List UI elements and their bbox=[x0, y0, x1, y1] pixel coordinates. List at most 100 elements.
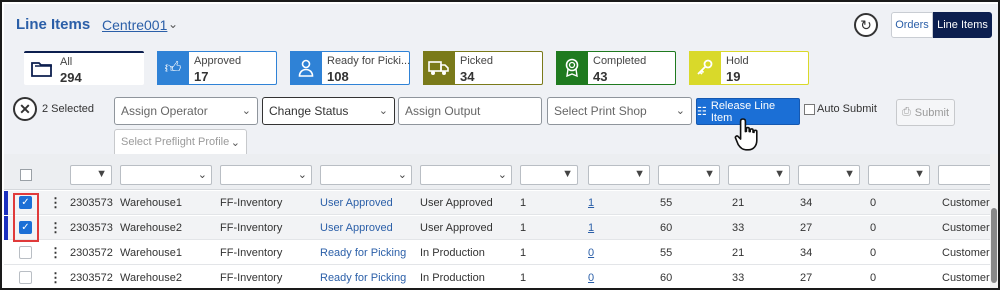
status-card-completed[interactable]: Completed 43 bbox=[556, 51, 676, 85]
filter-qty[interactable]: ▼ bbox=[520, 165, 578, 185]
cell-status: In Production bbox=[420, 247, 485, 259]
filter-c[interactable]: ▼ bbox=[798, 165, 860, 185]
cell-customer: Customer Pic bbox=[942, 222, 990, 234]
cell-b: 21 bbox=[732, 197, 745, 209]
row-selected-indicator bbox=[4, 216, 8, 240]
filter-icon[interactable]: ▼ bbox=[914, 168, 925, 180]
row-checkbox[interactable] bbox=[19, 271, 32, 284]
user-icon bbox=[290, 51, 322, 85]
selection-highlight-box bbox=[13, 193, 39, 242]
cell-status-link[interactable]: Ready for Picking bbox=[320, 272, 406, 284]
checkbox-icon[interactable] bbox=[804, 103, 815, 115]
cell-c: 34 bbox=[800, 247, 813, 259]
status-card-count: 19 bbox=[726, 69, 741, 84]
cell-link-count[interactable]: 0 bbox=[588, 272, 594, 284]
filter-icon[interactable]: ▼ bbox=[634, 168, 645, 180]
app-window: Line Items Centre001 ⌄ ↻ Orders Line Ite… bbox=[0, 0, 1000, 290]
chevron-down-icon[interactable]: ⌄ bbox=[168, 17, 178, 31]
cell-link-count[interactable]: 1 bbox=[588, 222, 594, 234]
table-row[interactable]: ⋮ 2303572 Warehouse1 FF-Inventory Ready … bbox=[4, 241, 994, 265]
filter-a[interactable]: ▼ bbox=[658, 165, 720, 185]
status-card-all[interactable]: All 294 bbox=[24, 51, 144, 85]
status-card-ready-for-picking[interactable]: Ready for Picki... 108 bbox=[290, 51, 410, 85]
row-checkbox[interactable] bbox=[19, 246, 32, 259]
submit-button[interactable]: ⎙ Submit bbox=[896, 99, 955, 126]
cell-link-count[interactable]: 1 bbox=[588, 197, 594, 209]
release-icon: ☷ bbox=[697, 106, 707, 118]
centre-selector[interactable]: Centre001 bbox=[102, 17, 167, 33]
more-vertical-icon[interactable]: ⋮ bbox=[49, 220, 62, 236]
status-card-picked[interactable]: Picked 34 bbox=[423, 51, 543, 85]
filter-icon[interactable]: ▼ bbox=[704, 168, 715, 180]
filter-id[interactable]: ▼ bbox=[70, 165, 112, 185]
award-icon bbox=[556, 51, 588, 85]
chevron-down-icon[interactable]: ⌄ bbox=[398, 168, 407, 181]
more-vertical-icon[interactable]: ⋮ bbox=[49, 245, 62, 261]
filter-link-count[interactable]: ▼ bbox=[588, 165, 650, 185]
submit-label: Submit bbox=[914, 106, 950, 119]
auto-submit-label: Auto Submit bbox=[817, 103, 877, 115]
cell-c: 34 bbox=[800, 197, 813, 209]
preflight-profile-select[interactable]: Select Preflight Profile ⌄ bbox=[114, 129, 247, 157]
cell-c: 27 bbox=[800, 272, 813, 284]
filter-warehouse[interactable]: ⌄ bbox=[120, 165, 212, 185]
filter-status-link[interactable]: ⌄ bbox=[320, 165, 412, 185]
chevron-down-icon: ⌄ bbox=[230, 137, 240, 149]
table-row[interactable]: ✓ ⋮ 2303573 Warehouse1 FF-Inventory User… bbox=[4, 191, 994, 215]
filter-customer[interactable] bbox=[938, 165, 992, 185]
cell-status-link[interactable]: Ready for Picking bbox=[320, 247, 406, 259]
cell-warehouse: Warehouse1 bbox=[120, 197, 182, 209]
status-card-hold[interactable]: Hold 19 bbox=[689, 51, 809, 85]
status-card-label: Completed bbox=[593, 55, 647, 67]
change-status-select[interactable]: Change Status ⌄ bbox=[262, 97, 395, 125]
chevron-down-icon[interactable]: ⌄ bbox=[298, 168, 307, 181]
cell-qty: 1 bbox=[520, 222, 527, 234]
filter-d[interactable]: ▼ bbox=[868, 165, 930, 185]
status-card-label: All bbox=[60, 56, 73, 68]
select-all-checkbox[interactable] bbox=[20, 169, 32, 181]
cell-d: 0 bbox=[870, 247, 877, 259]
cell-inventory: FF-Inventory bbox=[220, 197, 283, 209]
cell-warehouse: Warehouse1 bbox=[120, 247, 182, 259]
status-card-label: Picked bbox=[460, 55, 494, 67]
filter-b[interactable]: ▼ bbox=[728, 165, 790, 185]
status-card-count: 43 bbox=[593, 69, 608, 84]
table-row[interactable]: ⋮ 2303572 Warehouse2 FF-Inventory Ready … bbox=[4, 266, 994, 288]
assign-output-input[interactable]: Assign Output bbox=[398, 97, 542, 125]
assign-operator-select[interactable]: Assign Operator ⌄ bbox=[114, 97, 258, 125]
chevron-down-icon[interactable]: ⌄ bbox=[198, 168, 207, 181]
filter-icon[interactable]: ▼ bbox=[96, 168, 107, 180]
cell-customer: Customer Pic bbox=[942, 272, 990, 284]
cell-d: 0 bbox=[870, 222, 877, 234]
orders-toggle[interactable]: Orders bbox=[891, 12, 933, 38]
select-print-shop-select[interactable]: Select Print Shop ⌄ bbox=[547, 97, 692, 125]
cell-id: 2303572 bbox=[70, 247, 113, 259]
line-items-toggle[interactable]: Line Items bbox=[933, 12, 992, 38]
cell-link-count[interactable]: 0 bbox=[588, 247, 594, 259]
refresh-icon[interactable]: ↻ bbox=[854, 13, 878, 37]
more-vertical-icon[interactable]: ⋮ bbox=[49, 195, 62, 211]
more-vertical-icon[interactable]: ⋮ bbox=[49, 270, 62, 286]
filter-icon[interactable]: ▼ bbox=[774, 168, 785, 180]
clear-selection-icon[interactable]: ✕ bbox=[13, 97, 37, 121]
auto-submit-checkbox[interactable]: Auto Submit bbox=[804, 103, 877, 115]
cell-a: 55 bbox=[660, 197, 673, 209]
filter-icon[interactable]: ▼ bbox=[844, 168, 855, 180]
chevron-down-icon: ⌄ bbox=[241, 105, 251, 117]
cell-status-link[interactable]: User Approved bbox=[320, 197, 393, 209]
filter-status[interactable]: ⌄ bbox=[420, 165, 512, 185]
cell-customer: Customer Pic bbox=[942, 197, 990, 209]
filter-inventory[interactable]: ⌄ bbox=[220, 165, 312, 185]
filter-icon[interactable]: ▼ bbox=[562, 168, 573, 180]
cell-a: 55 bbox=[660, 247, 673, 259]
cell-b: 33 bbox=[732, 272, 745, 284]
table-row[interactable]: ✓ ⋮ 2303573 Warehouse2 FF-Inventory User… bbox=[4, 216, 994, 240]
status-card-approved[interactable]: 👍︎ Approved 17 bbox=[157, 51, 277, 85]
scrollbar-thumb[interactable] bbox=[991, 208, 997, 283]
vertical-scrollbar[interactable] bbox=[990, 154, 998, 288]
cell-status-link[interactable]: User Approved bbox=[320, 222, 393, 234]
chevron-down-icon[interactable]: ⌄ bbox=[498, 168, 507, 181]
status-card-label: Hold bbox=[726, 55, 749, 67]
assign-output-placeholder: Assign Output bbox=[405, 104, 481, 118]
cell-inventory: FF-Inventory bbox=[220, 247, 283, 259]
